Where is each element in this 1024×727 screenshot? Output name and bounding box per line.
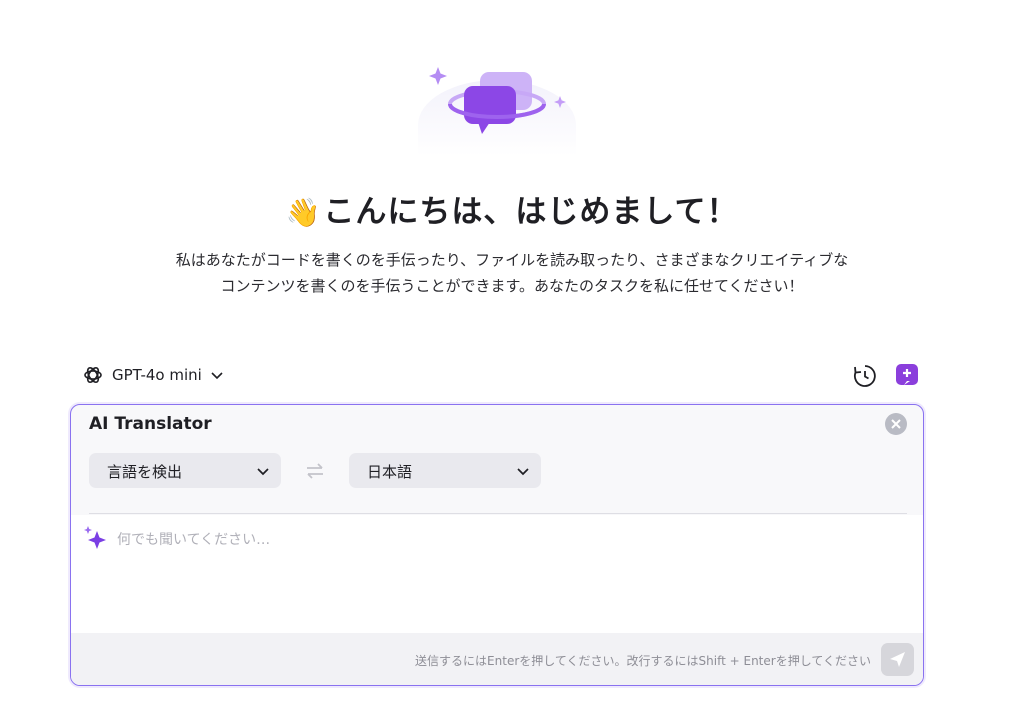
prompt-input[interactable] — [117, 529, 877, 619]
intro-line-2: コンテンツを書くのを手伝うことができます。あなたのタスクを私に任せてください！ — [220, 277, 804, 295]
greeting-title: 👋こんにちは、はじめまして！ — [0, 186, 1024, 231]
greeting-text: こんにちは、はじめまして！ — [323, 194, 739, 230]
waving-hand-icon: 👋 — [285, 196, 322, 229]
chevron-down-icon — [517, 468, 529, 476]
intro-text: 私はあなたがコードを書くのを手伝ったり、ファイルを読み取ったり、さまざまなクリエ… — [90, 247, 934, 299]
chat-bubbles-icon — [429, 67, 566, 134]
send-icon — [890, 652, 905, 667]
sparkle-icon — [84, 526, 106, 549]
history-icon — [854, 365, 876, 387]
swap-arrows-icon — [307, 463, 323, 479]
close-icon — [891, 419, 901, 429]
source-language-label: 言語を検出 — [107, 463, 183, 481]
model-name: GPT-4o mini — [112, 366, 202, 384]
chevron-down-icon — [211, 372, 223, 380]
chevron-down-icon — [257, 468, 269, 476]
new-chat-button[interactable] — [896, 364, 918, 385]
prompt-area — [71, 515, 923, 633]
hero-illustration — [412, 62, 582, 170]
keyboard-hint: 送信するにはEnterを押してください。改行するにはShift + Enterを… — [415, 654, 871, 668]
close-button[interactable] — [885, 413, 907, 435]
translator-panel: AI Translator 言語を検出 日本語 何でも聞いてください… 送信する… — [70, 404, 924, 686]
openai-logo-icon — [84, 366, 102, 384]
send-button[interactable] — [881, 643, 914, 676]
model-selector[interactable]: GPT-4o mini — [82, 362, 224, 388]
target-language-select[interactable]: 日本語 — [349, 453, 541, 488]
page: 👋こんにちは、はじめまして！ 私はあなたがコードを書くのを手伝ったり、ファイルを… — [0, 0, 1024, 727]
swap-languages-button[interactable] — [303, 461, 327, 481]
panel-title: AI Translator — [89, 414, 212, 434]
source-language-select[interactable]: 言語を検出 — [89, 453, 281, 488]
new-chat-icon — [903, 369, 911, 385]
divider — [89, 513, 907, 514]
target-language-label: 日本語 — [367, 463, 413, 481]
intro-line-1: 私はあなたがコードを書くのを手伝ったり、ファイルを読み取ったり、さまざまなクリエ… — [175, 251, 849, 269]
history-button[interactable] — [852, 363, 878, 389]
input-footer: 送信するにはEnterを押してください。改行するにはShift + Enterを… — [71, 633, 923, 685]
